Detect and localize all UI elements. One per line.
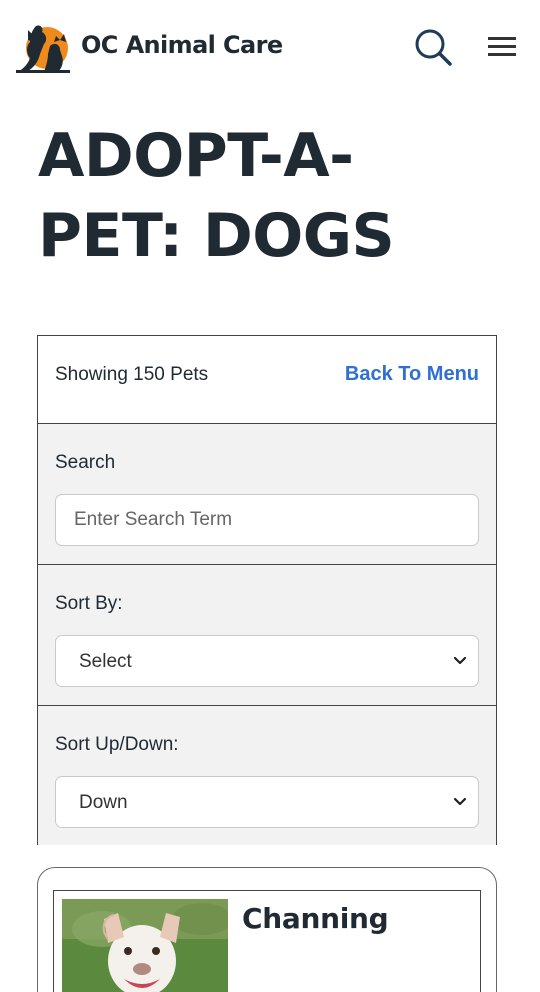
filter-panel-header: Showing 150 Pets Back To Menu <box>38 336 496 424</box>
sort-by-selected-value: Select <box>79 651 132 672</box>
brand-name[interactable]: OC Animal Care <box>81 31 283 59</box>
dog-photo-illustration <box>62 899 228 992</box>
pet-name[interactable]: Channing <box>242 902 389 935</box>
sort-by-section: Sort By: Select <box>38 565 496 706</box>
pet-card-inner: Channing <box>53 890 481 992</box>
sort-direction-label: Sort Up/Down: <box>55 734 179 755</box>
page-title: ADOPT-A- PET: DOGS <box>38 116 478 276</box>
back-to-menu-link[interactable]: Back To Menu <box>345 363 479 386</box>
sort-direction-section: Sort Up/Down: Down <box>38 706 496 845</box>
search-button[interactable] <box>412 26 454 68</box>
results-count: Showing 150 Pets <box>55 364 209 385</box>
sort-by-select[interactable]: Select <box>55 635 479 687</box>
site-header: OC Animal Care <box>0 0 540 96</box>
search-icon <box>415 29 452 66</box>
menu-button[interactable] <box>484 30 520 64</box>
chevron-down-icon <box>453 797 467 806</box>
page-title-line-1: ADOPT-A- <box>38 121 354 191</box>
pet-card[interactable]: Channing <box>37 867 497 992</box>
filter-panel: Showing 150 Pets Back To Menu Search Sor… <box>37 335 497 845</box>
search-label: Search <box>55 452 116 473</box>
sort-direction-selected-value: Down <box>79 792 128 813</box>
search-field-wrapper <box>55 494 479 546</box>
search-section: Search <box>38 424 496 565</box>
hamburger-menu-icon <box>488 37 516 56</box>
pet-photo[interactable] <box>62 899 228 992</box>
sort-by-label: Sort By: <box>55 593 123 614</box>
sort-direction-select[interactable]: Down <box>55 776 479 828</box>
page-title-line-2: PET: DOGS <box>38 201 395 271</box>
search-input[interactable] <box>56 495 478 545</box>
oc-animal-care-logo[interactable] <box>14 20 74 76</box>
chevron-down-icon <box>453 656 467 665</box>
